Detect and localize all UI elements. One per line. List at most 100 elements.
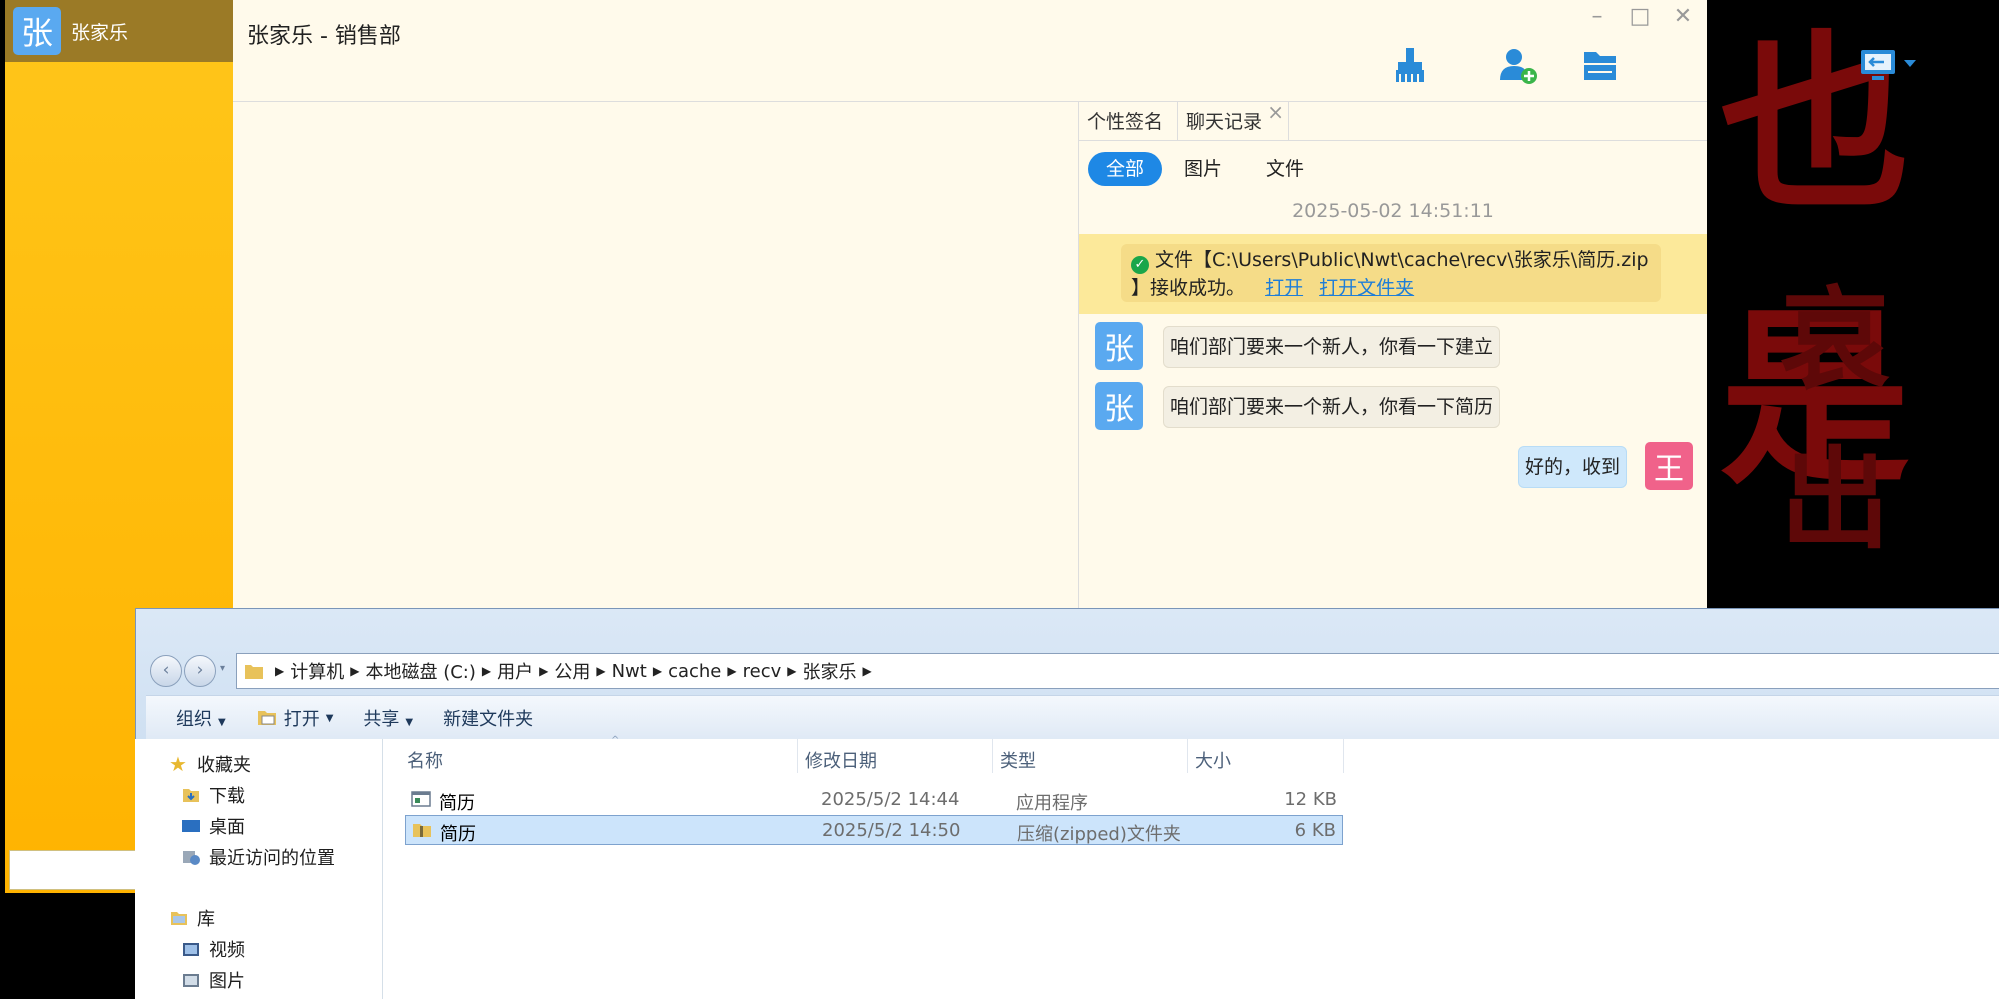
folder-icon [245, 665, 263, 679]
file-name: 简历 [440, 824, 476, 845]
column-divider [797, 739, 798, 773]
column-divider [1343, 739, 1344, 773]
nav-pictures[interactable]: 图片 [181, 967, 245, 993]
add-contact-icon[interactable] [1496, 44, 1540, 88]
recent-places-icon [183, 851, 200, 865]
breadcrumb-arrow-icon[interactable]: ▶ [787, 664, 796, 678]
notice-line1: 文件【C:\Users\Public\Nwt\cache\recv\张家乐\简历… [1155, 249, 1649, 271]
tab-signature[interactable]: 个性签名 [1079, 102, 1171, 140]
share-button[interactable]: 共享 ▼ [363, 705, 413, 731]
nav-downloads[interactable]: 下载 [181, 782, 245, 808]
user-name: 张家乐 [71, 21, 129, 44]
chat-message-area[interactable] [233, 102, 1079, 615]
nav-recent[interactable]: 最近访问的位置 [181, 844, 335, 870]
open-folder-link[interactable]: 打开文件夹 [1319, 277, 1414, 299]
breadcrumb-item[interactable]: 公用 [554, 658, 590, 684]
close-icon[interactable]: × [1267, 92, 1284, 132]
message-item: 张 咱们部门要来一个新人，你看一下建立 [1079, 322, 1707, 372]
downloads-folder-icon [183, 789, 199, 802]
breadcrumb-item[interactable]: recv [743, 661, 782, 682]
message-bubble[interactable]: 咱们部门要来一个新人，你看一下建立 [1163, 326, 1501, 368]
nav-label: 下载 [209, 786, 245, 807]
chat-side-panel: 个性签名 聊天记录 × 全部 图片 文件 2025-05-02 14:51:11… [1079, 100, 1707, 615]
breadcrumb-arrow-icon[interactable]: ▶ [596, 664, 605, 678]
history-dropdown-icon[interactable]: ▾ [220, 663, 225, 674]
nav-label: 视频 [209, 940, 245, 961]
message-bubble[interactable]: 好的，收到 [1517, 446, 1627, 488]
close-button[interactable]: ✕ [1669, 4, 1697, 29]
new-folder-button[interactable]: 新建文件夹 [443, 705, 533, 731]
nav-videos[interactable]: 视频 [181, 936, 245, 962]
file-name: 简历 [439, 793, 475, 814]
file-size: 6 KB [1294, 820, 1336, 841]
organize-button[interactable]: 组织 ▼ [176, 705, 226, 731]
nav-libraries[interactable]: 库 [169, 905, 215, 931]
nav-desktop[interactable]: 桌面 [181, 813, 245, 839]
column-header-name[interactable]: 名称 [407, 747, 443, 773]
column-header-date[interactable]: 修改日期 [805, 747, 877, 773]
application-icon [411, 791, 431, 807]
open-file-link[interactable]: 打开 [1265, 277, 1303, 299]
library-icon [171, 912, 187, 925]
avatar[interactable]: 张 [1095, 382, 1143, 430]
picture-library-icon [183, 974, 199, 987]
file-type: 应用程序 [1016, 793, 1088, 814]
maximize-button[interactable]: □ [1626, 4, 1654, 29]
breadcrumb-item[interactable]: cache [668, 661, 721, 682]
desktop-icon [182, 820, 200, 832]
nav-label: 图片 [209, 971, 245, 992]
minimize-button[interactable]: – [1583, 4, 1611, 29]
message-timestamp: 2025-05-02 14:51:11 [1292, 200, 1494, 222]
broom-icon[interactable] [1388, 44, 1432, 88]
avatar[interactable]: 王 [1645, 442, 1693, 490]
explorer-toolbar: 组织 ▼ 打开 ▼ 共享 ▼ 新建文件夹 [146, 695, 1999, 740]
nav-favorites[interactable]: ★ 收藏夹 [169, 751, 251, 777]
open-icon [257, 711, 276, 725]
filter-all[interactable]: 全部 [1088, 152, 1163, 186]
nav-label: 最近访问的位置 [209, 848, 335, 869]
breadcrumb-arrow-icon[interactable]: ▶ [862, 664, 871, 678]
breadcrumb-arrow-icon[interactable]: ▶ [482, 664, 491, 678]
open-button[interactable]: 打开 ▼ [256, 705, 333, 731]
folder-share-icon[interactable] [1578, 44, 1622, 88]
remote-desktop-icon[interactable] [1858, 44, 1920, 88]
video-library-icon [183, 943, 199, 956]
file-date: 2025/5/2 14:50 [822, 820, 961, 841]
breadcrumb-arrow-icon[interactable]: ▶ [653, 664, 662, 678]
sort-indicator-icon: ^ [611, 735, 620, 746]
breadcrumb-arrow-icon[interactable]: ▶ [350, 664, 359, 678]
forward-button[interactable]: › [184, 655, 216, 687]
background-text-mid: 哀出 [1780, 275, 1890, 564]
breadcrumb-arrow-icon[interactable]: ▶ [539, 664, 548, 678]
message-item: 好的，收到 王 [1079, 442, 1707, 492]
back-button[interactable]: ‹ [150, 655, 182, 687]
navigation-pane: ★ 收藏夹 下载 桌面 最近访问的位置 库 视频 图片 [145, 739, 383, 999]
column-header-type[interactable]: 类型 [1000, 747, 1036, 773]
tab-chat-history-label: 聊天记录 [1186, 111, 1263, 133]
zip-folder-icon [413, 824, 431, 837]
avatar[interactable]: 张 [13, 7, 61, 55]
star-icon: ★ [169, 752, 187, 776]
breadcrumb-arrow-icon[interactable]: ▶ [727, 664, 736, 678]
open-label: 打开 [283, 709, 320, 730]
breadcrumb-item[interactable]: 本地磁盘 (C:) [365, 658, 475, 684]
contact-list-header: 张 张家乐 [5, 0, 233, 62]
message-item: 张 咱们部门要来一个新人，你看一下简历 [1079, 382, 1707, 432]
column-header-size[interactable]: 大小 [1195, 747, 1231, 773]
breadcrumb-arrow-icon[interactable]: ▶ [275, 664, 284, 678]
breadcrumb-item[interactable]: Nwt [612, 661, 647, 682]
check-icon: ✓ [1131, 256, 1149, 274]
nav-label: 桌面 [209, 817, 245, 838]
share-label: 共享 [363, 709, 400, 730]
breadcrumb-item[interactable]: 计算机 [290, 658, 344, 684]
address-bar[interactable]: ▶ 计算机 ▶ 本地磁盘 (C:) ▶ 用户 ▶ 公用 ▶ Nwt ▶ cach… [236, 653, 1999, 689]
tab-chat-history[interactable]: 聊天记录 × [1177, 100, 1290, 140]
file-row[interactable]: 简历 2025/5/2 14:50 压缩(zipped)文件夹 6 KB [405, 815, 1343, 845]
file-row[interactable]: 简历 2025/5/2 14:44 应用程序 12 KB [405, 785, 1343, 815]
filter-files[interactable]: 文件 [1248, 152, 1322, 186]
avatar[interactable]: 张 [1095, 322, 1143, 370]
filter-images[interactable]: 图片 [1166, 152, 1240, 186]
breadcrumb-item[interactable]: 用户 [497, 658, 533, 684]
breadcrumb-item[interactable]: 张家乐 [802, 658, 856, 684]
message-bubble[interactable]: 咱们部门要来一个新人，你看一下简历 [1163, 386, 1501, 428]
